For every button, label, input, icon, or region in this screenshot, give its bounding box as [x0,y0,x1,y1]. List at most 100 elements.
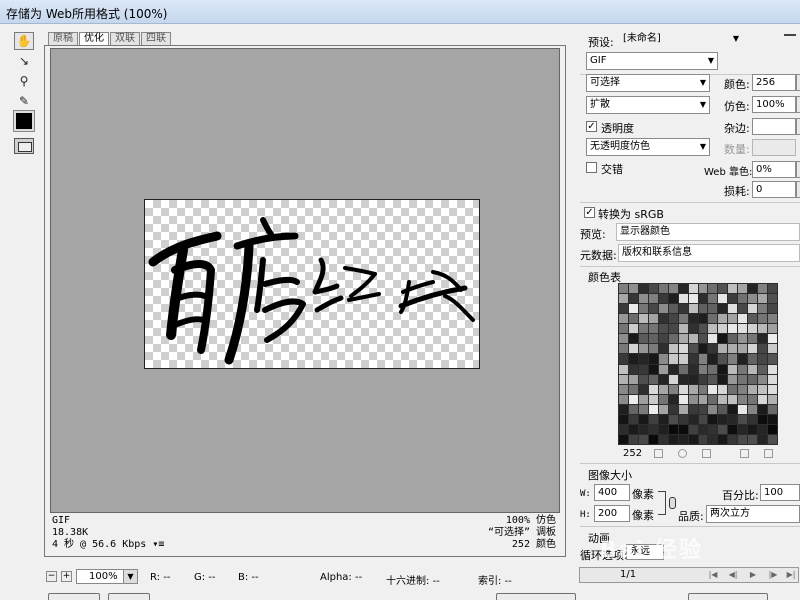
color-swatch[interactable] [768,434,777,444]
color-swatch[interactable] [678,434,688,444]
matte-field[interactable] [752,118,796,135]
color-swatch[interactable] [648,334,658,344]
color-swatch[interactable] [688,324,698,334]
color-swatch[interactable] [768,304,777,314]
color-swatch[interactable] [619,414,628,424]
color-swatch[interactable] [688,434,698,444]
color-swatch[interactable] [638,314,648,324]
color-swatch[interactable] [678,294,688,304]
color-swatch[interactable] [688,364,698,374]
lossy-field[interactable]: 0 [752,181,796,198]
color-swatch[interactable] [768,384,777,394]
color-swatch[interactable] [628,434,638,444]
color-swatch[interactable] [678,344,688,354]
color-swatch[interactable] [708,354,718,364]
colors-stepper[interactable] [796,74,800,91]
color-swatch[interactable] [658,314,668,324]
color-swatch[interactable] [638,294,648,304]
color-swatch[interactable] [678,364,688,374]
color-swatch[interactable] [658,324,668,334]
color-swatch[interactable] [628,324,638,334]
color-swatch[interactable] [738,354,748,364]
color-swatch[interactable] [768,334,777,344]
color-swatch[interactable] [728,384,738,394]
color-swatch[interactable] [728,404,738,414]
color-swatch[interactable] [688,314,698,324]
zoom-out-button[interactable]: − [46,571,57,582]
color-swatch[interactable] [638,384,648,394]
color-swatch[interactable] [658,374,668,384]
transparency-dither-select[interactable]: 无透明度仿色 ▼ [586,138,710,156]
web-snap-field[interactable]: 0% [752,161,796,178]
color-swatch[interactable] [738,344,748,354]
color-swatch[interactable] [648,404,658,414]
color-swatch[interactable] [748,434,758,444]
slice-select-tool-icon[interactable]: ↘ [14,52,34,70]
color-swatch[interactable] [748,424,758,434]
color-swatch[interactable] [748,304,758,314]
web-snap-stepper[interactable] [796,161,800,178]
color-swatch[interactable] [768,424,777,434]
color-swatch[interactable] [698,284,708,294]
color-swatch[interactable] [648,414,658,424]
transparency-checkbox[interactable]: ✓ [586,121,597,132]
color-swatch[interactable] [708,384,718,394]
color-swatch[interactable] [748,334,758,344]
color-swatch[interactable] [658,384,668,394]
eyedropper-tool-icon[interactable]: ✎ [14,92,34,110]
color-swatch[interactable] [718,404,728,414]
tab-original[interactable]: 原稿 [48,32,78,45]
color-swatch[interactable] [658,344,668,354]
interlaced-checkbox[interactable] [586,162,597,173]
color-swatch[interactable] [748,354,758,364]
color-swatch[interactable] [708,364,718,374]
dither-field[interactable]: 100% [752,96,796,113]
color-swatch[interactable] [698,294,708,304]
tab-optimized[interactable]: 优化 [79,32,109,46]
color-swatch[interactable] [628,394,638,404]
color-swatch[interactable] [619,394,628,404]
color-swatch[interactable] [728,314,738,324]
color-swatch[interactable] [668,384,678,394]
color-swatch[interactable] [668,404,678,414]
color-swatch[interactable] [758,294,768,304]
color-swatch[interactable] [738,324,748,334]
color-swatch[interactable] [658,404,668,414]
color-swatch[interactable] [648,304,658,314]
color-swatch[interactable] [738,414,748,424]
color-swatch[interactable] [708,304,718,314]
color-swatch[interactable] [738,424,748,434]
color-swatch[interactable] [668,284,678,294]
color-swatch[interactable] [728,434,738,444]
color-swatch[interactable] [698,394,708,404]
color-swatch[interactable] [619,294,628,304]
color-swatch[interactable] [728,414,738,424]
tab-4-up[interactable]: 四联 [141,32,171,45]
color-swatch[interactable] [738,314,748,324]
color-swatch[interactable] [748,324,758,334]
color-swatch[interactable] [738,334,748,344]
color-swatch[interactable] [628,304,638,314]
optimize-menu-icon[interactable] [784,34,796,44]
preview-canvas[interactable] [50,48,560,513]
color-swatch[interactable] [718,424,728,434]
color-swatch[interactable] [619,344,628,354]
color-swatch[interactable] [748,384,758,394]
color-swatch[interactable] [678,394,688,404]
color-swatch[interactable] [688,374,698,384]
color-swatch[interactable] [728,294,738,304]
color-swatch[interactable] [619,374,628,384]
color-swatch[interactable] [638,324,648,334]
color-swatch[interactable] [648,324,658,334]
color-swatch[interactable] [648,314,658,324]
color-swatch[interactable] [768,344,777,354]
color-swatch[interactable] [738,304,748,314]
color-swatch[interactable] [668,344,678,354]
color-swatch[interactable] [768,394,777,404]
color-swatch[interactable] [658,414,668,424]
color-swatch[interactable] [648,424,658,434]
color-swatch[interactable] [758,364,768,374]
color-swatch[interactable] [668,304,678,314]
color-swatch[interactable] [678,334,688,344]
color-swatch[interactable] [768,314,777,324]
